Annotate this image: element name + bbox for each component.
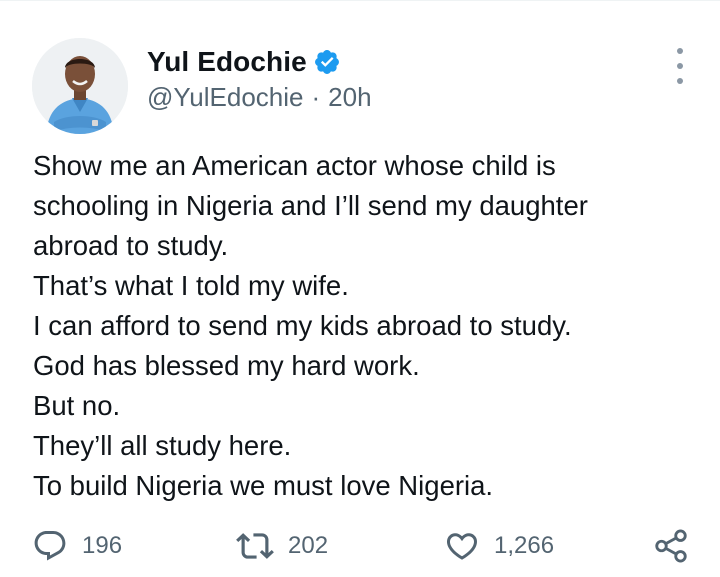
avatar-portrait-icon <box>32 38 128 134</box>
reply-button[interactable]: 196 <box>32 526 122 566</box>
retweet-button[interactable]: 202 <box>236 526 328 566</box>
tweet-card: Yul Edochie @YulEdochie · 20h Show me an… <box>0 0 720 577</box>
tweet-text-line: abroad to study. <box>33 230 229 261</box>
share-icon <box>655 529 687 563</box>
more-dot <box>677 48 683 54</box>
meta-separator: · <box>311 82 321 112</box>
author-display-name[interactable]: Yul Edochie <box>147 46 307 78</box>
tweet-text-line: That’s what I told my wife. <box>33 270 349 301</box>
author-name-row: Yul Edochie <box>147 44 341 80</box>
tweet-text-line: They’ll all study here. <box>33 430 292 461</box>
tweet-text-line: God has blessed my hard work. <box>33 350 420 381</box>
tweet-timestamp[interactable]: 20h <box>328 82 371 113</box>
more-dot <box>677 63 683 69</box>
tweet-text-line: To build Nigeria we must love Nigeria. <box>33 470 494 501</box>
tweet-text-line: Show me an American actor whose child is <box>33 150 556 181</box>
like-count: 1,266 <box>494 532 555 559</box>
verified-badge-icon <box>313 48 341 76</box>
retweet-arrows-icon <box>236 533 274 559</box>
author-meta-row: @YulEdochie · 20h <box>147 82 372 113</box>
tweet-text-line: I can afford to send my kids abroad to s… <box>33 310 572 341</box>
reply-count: 196 <box>82 532 123 559</box>
more-dot <box>677 78 683 84</box>
more-options-icon[interactable] <box>666 48 694 84</box>
speech-bubble-icon <box>34 531 66 561</box>
like-button[interactable]: 1,266 <box>444 526 554 566</box>
share-button[interactable] <box>652 526 690 566</box>
tweet-actions-bar: 196 202 1,266 <box>0 526 720 566</box>
avatar[interactable] <box>32 38 128 134</box>
tweet-text-line: schooling in Nigeria and I’ll send my da… <box>33 190 588 221</box>
tweet-text-line: But no. <box>33 390 121 421</box>
heart-icon <box>446 533 478 560</box>
retweet-count: 202 <box>288 532 329 559</box>
tweet-text: Show me an American actor whose child is… <box>33 146 693 506</box>
author-handle[interactable]: @YulEdochie <box>147 82 304 113</box>
